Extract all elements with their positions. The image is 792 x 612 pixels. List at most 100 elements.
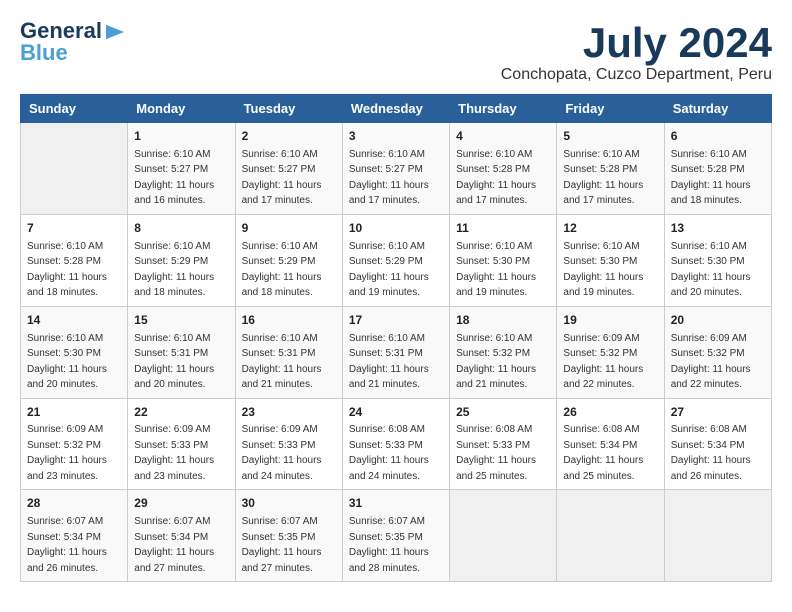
table-cell: 28 Sunrise: 6:07 AM Sunset: 5:34 PM Dayli… (21, 490, 128, 582)
header-tuesday: Tuesday (235, 95, 342, 123)
table-cell (450, 490, 557, 582)
day-info: Sunrise: 6:09 AM Sunset: 5:32 PM Dayligh… (671, 333, 751, 391)
logo: GeneralBlue (20, 20, 126, 64)
day-info: Sunrise: 6:10 AM Sunset: 5:28 PM Dayligh… (27, 241, 107, 299)
day-info: Sunrise: 6:10 AM Sunset: 5:29 PM Dayligh… (349, 241, 429, 299)
day-info: Sunrise: 6:10 AM Sunset: 5:27 PM Dayligh… (349, 149, 429, 207)
day-info: Sunrise: 6:10 AM Sunset: 5:28 PM Dayligh… (671, 149, 751, 207)
day-number: 22 (134, 404, 228, 421)
table-cell: 22 Sunrise: 6:09 AM Sunset: 5:33 PM Dayli… (128, 398, 235, 490)
day-number: 21 (27, 404, 121, 421)
calendar-table: SundayMondayTuesdayWednesdayThursdayFrid… (20, 94, 772, 582)
day-number: 3 (349, 128, 443, 145)
day-info: Sunrise: 6:07 AM Sunset: 5:34 PM Dayligh… (134, 516, 214, 574)
table-cell: 16Sunrise: 6:10 AM Sunset: 5:31 PM Dayli… (235, 306, 342, 398)
day-number: 5 (563, 128, 657, 145)
day-info: Sunrise: 6:07 AM Sunset: 5:35 PM Dayligh… (349, 516, 429, 574)
day-number: 17 (349, 312, 443, 329)
table-cell (557, 490, 664, 582)
table-cell: 5 Sunrise: 6:10 AM Sunset: 5:28 PM Daylig… (557, 123, 664, 215)
table-cell: 23Sunrise: 6:09 AM Sunset: 5:33 PM Dayli… (235, 398, 342, 490)
day-number: 18 (456, 312, 550, 329)
table-cell: 1 Sunrise: 6:10 AM Sunset: 5:27 PM Daylig… (128, 123, 235, 215)
table-cell: 7 Sunrise: 6:10 AM Sunset: 5:28 PM Daylig… (21, 214, 128, 306)
table-cell: 4 Sunrise: 6:10 AM Sunset: 5:28 PM Daylig… (450, 123, 557, 215)
day-number: 11 (456, 220, 550, 237)
week-row-5: 28 Sunrise: 6:07 AM Sunset: 5:34 PM Dayli… (21, 490, 772, 582)
day-number: 19 (563, 312, 657, 329)
table-cell: 29 Sunrise: 6:07 AM Sunset: 5:34 PM Dayli… (128, 490, 235, 582)
day-number: 7 (27, 220, 121, 237)
day-info: Sunrise: 6:07 AM Sunset: 5:35 PM Dayligh… (242, 516, 322, 574)
day-number: 2 (242, 128, 336, 145)
table-cell: 27Sunrise: 6:08 AM Sunset: 5:34 PM Dayli… (664, 398, 771, 490)
day-info: Sunrise: 6:10 AM Sunset: 5:28 PM Dayligh… (563, 149, 643, 207)
header-friday: Friday (557, 95, 664, 123)
table-cell: 21 Sunrise: 6:09 AM Sunset: 5:32 PM Dayli… (21, 398, 128, 490)
table-cell: 30Sunrise: 6:07 AM Sunset: 5:35 PM Dayli… (235, 490, 342, 582)
day-info: Sunrise: 6:10 AM Sunset: 5:29 PM Dayligh… (242, 241, 322, 299)
day-info: Sunrise: 6:09 AM Sunset: 5:32 PM Dayligh… (27, 424, 107, 482)
table-cell (21, 123, 128, 215)
day-info: Sunrise: 6:10 AM Sunset: 5:30 PM Dayligh… (456, 241, 536, 299)
day-info: Sunrise: 6:10 AM Sunset: 5:30 PM Dayligh… (563, 241, 643, 299)
location-title: Conchopata, Cuzco Department, Peru (501, 66, 772, 84)
header-wednesday: Wednesday (342, 95, 449, 123)
week-row-1: 1 Sunrise: 6:10 AM Sunset: 5:27 PM Daylig… (21, 123, 772, 215)
day-number: 15 (134, 312, 228, 329)
day-info: Sunrise: 6:10 AM Sunset: 5:30 PM Dayligh… (671, 241, 751, 299)
table-cell: 11 Sunrise: 6:10 AM Sunset: 5:30 PM Dayli… (450, 214, 557, 306)
table-cell: 2 Sunrise: 6:10 AM Sunset: 5:27 PM Daylig… (235, 123, 342, 215)
day-info: Sunrise: 6:10 AM Sunset: 5:27 PM Dayligh… (242, 149, 322, 207)
day-number: 31 (349, 495, 443, 512)
table-cell: 31 Sunrise: 6:07 AM Sunset: 5:35 PM Dayli… (342, 490, 449, 582)
header-saturday: Saturday (664, 95, 771, 123)
day-info: Sunrise: 6:10 AM Sunset: 5:29 PM Dayligh… (134, 241, 214, 299)
day-info: Sunrise: 6:09 AM Sunset: 5:32 PM Dayligh… (563, 333, 643, 391)
day-number: 29 (134, 495, 228, 512)
day-info: Sunrise: 6:08 AM Sunset: 5:34 PM Dayligh… (671, 424, 751, 482)
week-row-4: 21 Sunrise: 6:09 AM Sunset: 5:32 PM Dayli… (21, 398, 772, 490)
logo-text: GeneralBlue (20, 20, 126, 64)
day-info: Sunrise: 6:08 AM Sunset: 5:34 PM Dayligh… (563, 424, 643, 482)
table-cell: 12 Sunrise: 6:10 AM Sunset: 5:30 PM Dayli… (557, 214, 664, 306)
title-area: July 2024 Conchopata, Cuzco Department, … (501, 20, 772, 84)
table-cell: 13 Sunrise: 6:10 AM Sunset: 5:30 PM Dayli… (664, 214, 771, 306)
table-cell: 20Sunrise: 6:09 AM Sunset: 5:32 PM Dayli… (664, 306, 771, 398)
day-number: 12 (563, 220, 657, 237)
table-cell: 10 Sunrise: 6:10 AM Sunset: 5:29 PM Dayli… (342, 214, 449, 306)
day-number: 24 (349, 404, 443, 421)
header: GeneralBlue July 2024 Conchopata, Cuzco … (20, 20, 772, 84)
day-info: Sunrise: 6:10 AM Sunset: 5:27 PM Dayligh… (134, 149, 214, 207)
table-cell: 6 Sunrise: 6:10 AM Sunset: 5:28 PM Daylig… (664, 123, 771, 215)
header-row: SundayMondayTuesdayWednesdayThursdayFrid… (21, 95, 772, 123)
table-cell: 26Sunrise: 6:08 AM Sunset: 5:34 PM Dayli… (557, 398, 664, 490)
table-cell: 19 Sunrise: 6:09 AM Sunset: 5:32 PM Dayli… (557, 306, 664, 398)
day-number: 28 (27, 495, 121, 512)
day-info: Sunrise: 6:08 AM Sunset: 5:33 PM Dayligh… (349, 424, 429, 482)
day-number: 10 (349, 220, 443, 237)
day-info: Sunrise: 6:10 AM Sunset: 5:32 PM Dayligh… (456, 333, 536, 391)
table-cell: 17 Sunrise: 6:10 AM Sunset: 5:31 PM Dayli… (342, 306, 449, 398)
day-number: 6 (671, 128, 765, 145)
day-info: Sunrise: 6:10 AM Sunset: 5:31 PM Dayligh… (134, 333, 214, 391)
header-thursday: Thursday (450, 95, 557, 123)
day-number: 9 (242, 220, 336, 237)
day-number: 4 (456, 128, 550, 145)
table-cell: 8 Sunrise: 6:10 AM Sunset: 5:29 PM Daylig… (128, 214, 235, 306)
day-info: Sunrise: 6:10 AM Sunset: 5:28 PM Dayligh… (456, 149, 536, 207)
day-number: 14 (27, 312, 121, 329)
header-monday: Monday (128, 95, 235, 123)
table-cell: 14 Sunrise: 6:10 AM Sunset: 5:30 PM Dayli… (21, 306, 128, 398)
week-row-2: 7 Sunrise: 6:10 AM Sunset: 5:28 PM Daylig… (21, 214, 772, 306)
day-info: Sunrise: 6:10 AM Sunset: 5:30 PM Dayligh… (27, 333, 107, 391)
day-number: 1 (134, 128, 228, 145)
day-info: Sunrise: 6:10 AM Sunset: 5:31 PM Dayligh… (349, 333, 429, 391)
day-info: Sunrise: 6:09 AM Sunset: 5:33 PM Dayligh… (242, 424, 322, 482)
day-info: Sunrise: 6:07 AM Sunset: 5:34 PM Dayligh… (27, 516, 107, 574)
table-cell: 3 Sunrise: 6:10 AM Sunset: 5:27 PM Daylig… (342, 123, 449, 215)
day-info: Sunrise: 6:09 AM Sunset: 5:33 PM Dayligh… (134, 424, 214, 482)
day-number: 8 (134, 220, 228, 237)
day-info: Sunrise: 6:08 AM Sunset: 5:33 PM Dayligh… (456, 424, 536, 482)
day-number: 13 (671, 220, 765, 237)
